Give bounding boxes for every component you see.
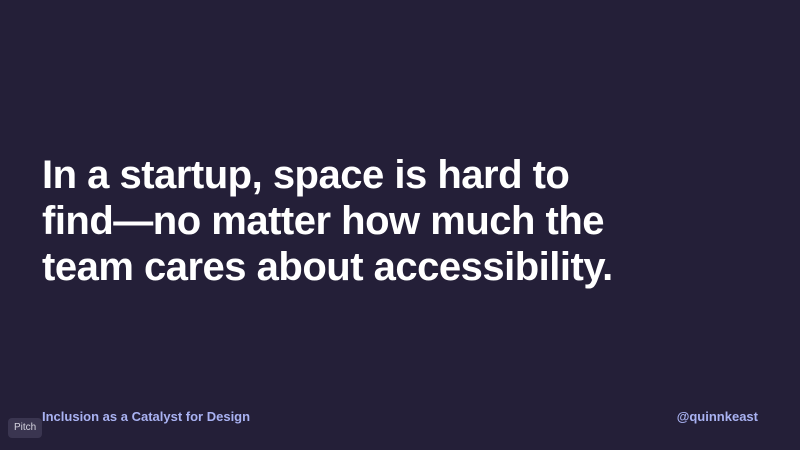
presentation-title: Inclusion as a Catalyst for Design	[42, 409, 251, 424]
pitch-brand-badge[interactable]: Pitch	[8, 418, 43, 438]
headline-line-3: team cares about accessibility.	[42, 245, 613, 289]
headline-line-2: find—no matter how much the	[42, 199, 605, 243]
author-handle: @quinnkeast	[676, 409, 758, 424]
presentation-slide: In a startup, space is hard to find—no m…	[0, 0, 800, 450]
slide-headline: In a startup, space is hard to find—no m…	[42, 152, 662, 290]
headline-line-1: In a startup, space is hard to	[42, 153, 570, 197]
